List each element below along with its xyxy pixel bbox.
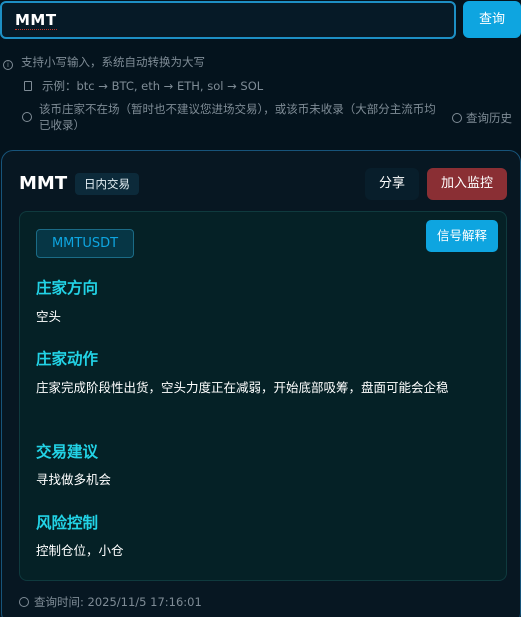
search-bar: MMT 查询 xyxy=(0,0,521,40)
result-card: MMT 日内交易 分享 加入监控 MMTUSDT 信号解释 庄家方向 空头 庄家… xyxy=(1,150,521,617)
query-time: 查询时间: 2025/11/5 17:16:01 xyxy=(19,594,202,610)
lowercase-hint-text: 支持小写输入，系统自动转换为大写 xyxy=(21,55,205,69)
signal-explain-button[interactable]: 信号解释 xyxy=(426,220,498,252)
history-label: 查询历史 xyxy=(466,111,512,125)
query-time-text: 查询时间: 2025/11/5 17:16:01 xyxy=(34,595,202,609)
info-icon: i xyxy=(3,60,13,70)
search-input[interactable]: MMT xyxy=(0,1,456,39)
share-button[interactable]: 分享 xyxy=(365,168,419,200)
section-heading-action: 庄家动作 xyxy=(36,350,99,368)
query-button[interactable]: 查询 xyxy=(463,1,521,38)
section-text-risk: 控制仓位，小仓 xyxy=(36,543,124,558)
example-hint: 示例：btc → BTC, eth → ETH, sol → SOL xyxy=(24,78,263,94)
example-hint-text: 示例：btc → BTC, eth → ETH, sol → SOL xyxy=(42,79,264,93)
section-heading-direction: 庄家方向 xyxy=(36,279,99,297)
search-input-value: MMT xyxy=(15,11,57,30)
lowercase-hint: i 支持小写输入，系统自动转换为大写 xyxy=(3,54,205,70)
history-icon xyxy=(452,113,462,123)
symbol-tag: MMTUSDT xyxy=(36,229,134,258)
clock-icon xyxy=(22,112,32,122)
clock-icon xyxy=(19,597,29,607)
trade-type-badge: 日内交易 xyxy=(75,173,139,195)
section-heading-advice: 交易建议 xyxy=(36,443,99,461)
signal-panel: MMTUSDT 信号解释 庄家方向 空头 庄家动作 庄家完成阶段性出货，空头力度… xyxy=(19,211,507,581)
section-text-action: 庄家完成阶段性出货，空头力度正在减弱，开始底部吸筹，盘面可能会企稳 xyxy=(36,380,449,395)
section-text-advice: 寻找做多机会 xyxy=(36,472,112,487)
section-heading-risk: 风险控制 xyxy=(36,514,99,532)
warning-icon-wrap xyxy=(22,110,40,124)
section-text-direction: 空头 xyxy=(36,309,62,324)
add-monitor-button[interactable]: 加入监控 xyxy=(427,168,507,200)
query-history-link[interactable]: 查询历史 xyxy=(452,110,512,126)
document-icon xyxy=(24,81,32,91)
coin-title: MMT xyxy=(19,173,68,194)
warning-text: 该币庄家不在场（暂时也不建议您进场交易），或该币未收录（大部分主流币均已收录） xyxy=(39,102,436,132)
